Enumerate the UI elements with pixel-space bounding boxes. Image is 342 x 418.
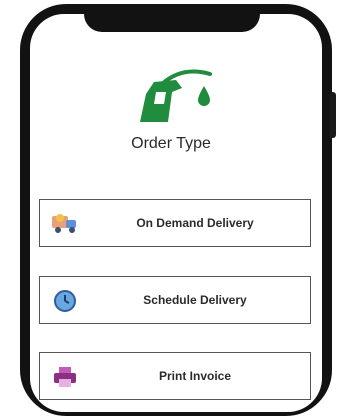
clock-icon xyxy=(54,290,76,312)
on-demand-delivery-button[interactable]: On Demand Delivery xyxy=(39,199,311,247)
schedule-delivery-button[interactable]: Schedule Delivery xyxy=(39,276,311,324)
fuel-nozzle-icon xyxy=(140,69,212,122)
phone-side-button xyxy=(330,92,336,138)
print-invoice-button[interactable]: Print Invoice xyxy=(39,352,311,400)
page-title: Order Type xyxy=(131,135,211,152)
schedule-delivery-label: Schedule Delivery xyxy=(143,293,247,307)
phone-notch xyxy=(84,8,260,32)
on-demand-delivery-label: On Demand Delivery xyxy=(136,216,254,230)
delivery-truck-icon xyxy=(52,214,76,233)
print-invoice-label: Print Invoice xyxy=(158,369,232,383)
printer-icon xyxy=(54,367,76,387)
